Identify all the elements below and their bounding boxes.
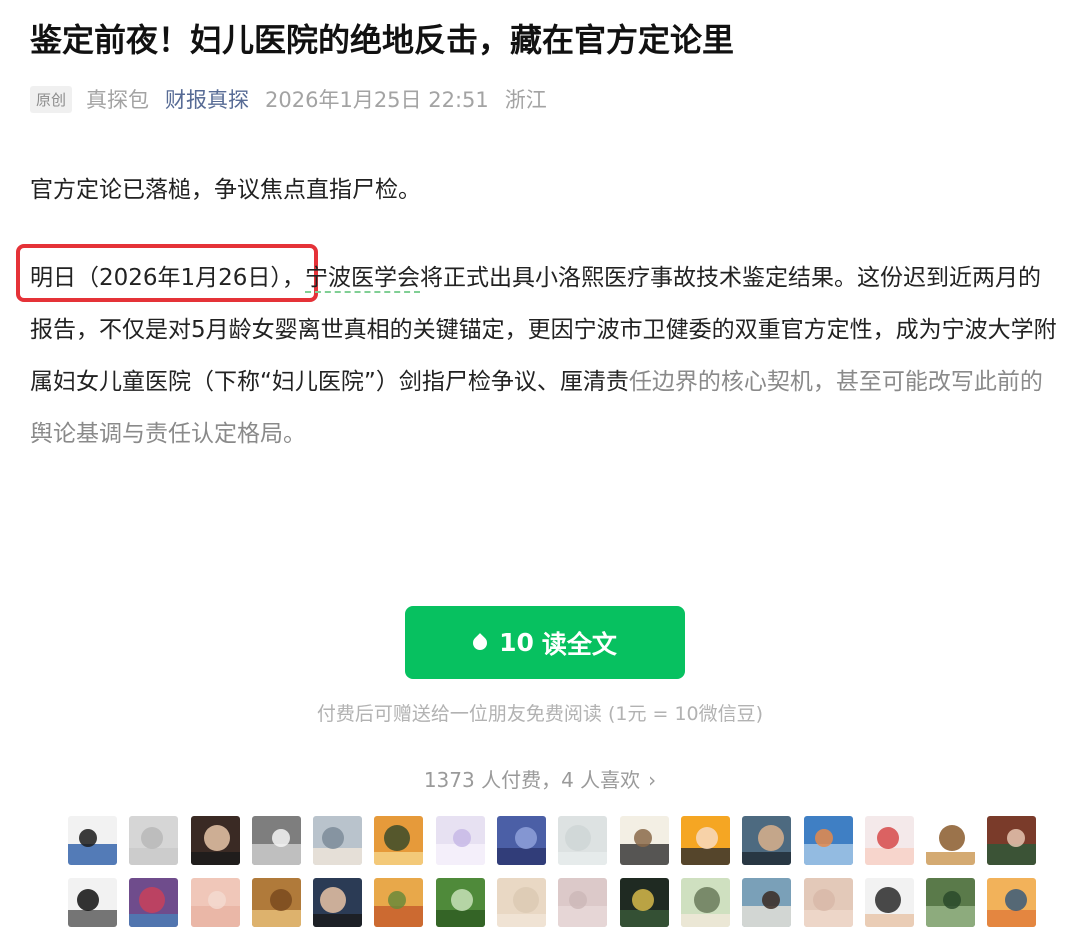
- avatar[interactable]: [313, 878, 363, 927]
- avatar[interactable]: [68, 816, 117, 865]
- avatar[interactable]: [68, 878, 117, 927]
- avatar[interactable]: [926, 878, 976, 927]
- avatar[interactable]: [435, 816, 485, 865]
- avatar[interactable]: [374, 878, 424, 927]
- avatar[interactable]: [619, 878, 669, 927]
- avatar[interactable]: [803, 816, 853, 865]
- counts-text: 1373 人付费，4 人喜欢: [423, 768, 641, 792]
- avatar[interactable]: [987, 816, 1037, 865]
- original-badge: 原创: [30, 85, 73, 113]
- keyword-link[interactable]: 宁波医学会: [304, 265, 420, 293]
- lead-paragraph: 官方定论已落槌，争议焦点直指尸检。: [30, 177, 421, 203]
- price-amount: 10: [499, 628, 534, 657]
- gift-note: 付费后可赠送给一位朋友免费阅读 (1元 = 10微信豆): [316, 703, 764, 725]
- avatar[interactable]: [129, 816, 179, 865]
- article-meta: 原创 真探包 财报真探 2026年1月25日 22:51 浙江: [30, 80, 547, 118]
- avatar[interactable]: [497, 878, 547, 927]
- avatar[interactable]: [742, 878, 792, 927]
- avatar[interactable]: [864, 878, 914, 927]
- avatar[interactable]: [558, 816, 608, 865]
- body-paragraph: 明日（2026年1月26日），宁波医学会将正式出具小洛熙医疗事故技术鉴定结果。这…: [30, 252, 1060, 460]
- avatar[interactable]: [435, 878, 485, 927]
- account-link[interactable]: 财报真探: [165, 84, 249, 114]
- author-name: 真探包: [86, 88, 150, 112]
- publish-datetime: 2026年1月25日 22:51: [265, 88, 489, 112]
- avatar[interactable]: [129, 878, 179, 927]
- avatar[interactable]: [374, 816, 424, 865]
- avatar[interactable]: [251, 878, 301, 927]
- avatar[interactable]: [190, 816, 240, 865]
- read-full-button[interactable]: 10 读全文: [405, 606, 685, 679]
- avatar[interactable]: [864, 816, 914, 865]
- avatar[interactable]: [987, 878, 1037, 927]
- payer-avatar-grid: [68, 816, 1038, 927]
- avatar[interactable]: [619, 816, 669, 865]
- wechat-bean-icon: [470, 632, 490, 653]
- read-full-label: 读全文: [541, 629, 617, 659]
- avatar[interactable]: [497, 816, 547, 865]
- avatar[interactable]: [313, 816, 363, 865]
- avatar[interactable]: [558, 878, 608, 927]
- chevron-right-icon: ›: [648, 768, 657, 792]
- avatar[interactable]: [190, 878, 240, 927]
- comma: ，: [281, 265, 305, 291]
- avatar[interactable]: [926, 816, 976, 865]
- avatar[interactable]: [680, 878, 730, 927]
- avatar[interactable]: [251, 816, 301, 865]
- highlighted-date: 明日（2026年1月26日）: [30, 265, 282, 291]
- avatar[interactable]: [803, 878, 853, 927]
- avatar[interactable]: [742, 816, 792, 865]
- avatar[interactable]: [680, 816, 730, 865]
- publish-location: 浙江: [504, 88, 547, 112]
- article-title: 鉴定前夜！妇儿医院的绝地反击，藏在官方定论里: [30, 21, 735, 59]
- pay-like-counts[interactable]: 1373 人付费，4 人喜欢 ›: [0, 760, 1080, 800]
